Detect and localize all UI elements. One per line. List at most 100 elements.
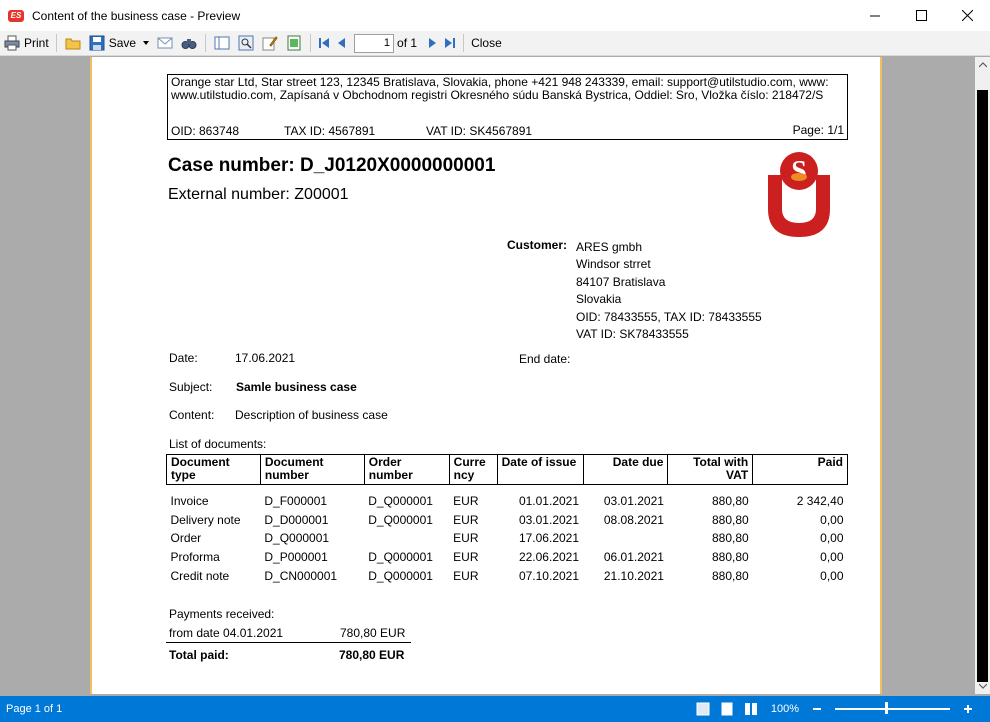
cell-due: 08.08.2021 [603,512,664,527]
cell-number: D_F000001 [264,493,328,508]
cell-issue: 01.01.2021 [518,493,580,508]
toolbar-separator [310,34,312,52]
previous-page-button[interactable] [333,32,351,54]
col-total-with-vat: Total with VAT [667,454,754,485]
cell-order: D_Q000001 [368,512,433,527]
export-button[interactable] [282,32,306,54]
cell-total: 880,80 [712,550,749,565]
vertical-scrollbar[interactable] [975,57,990,694]
zoom-out-button[interactable] [807,700,827,718]
customer-city: 84107 Bratislava [576,274,666,289]
table-header-row: Document type Document number Order number … [166,454,848,485]
page-layout-icon [213,34,231,52]
customer-vat: VAT ID: SK78433555 [576,327,689,342]
dropdown-arrow-icon [143,41,150,45]
col-currency: Curre ncy [448,454,498,485]
page-setup-button[interactable] [210,32,234,54]
save-dropdown-button[interactable] [139,32,153,54]
print-button[interactable]: Print [0,32,52,54]
minimize-icon [870,15,880,16]
minimize-button[interactable] [852,0,898,31]
zoom-button[interactable] [234,32,258,54]
documents-list-label: List of documents: [169,437,267,451]
toolbar-separator [55,34,57,52]
company-oid: OID: 863748 [171,124,240,138]
find-button[interactable] [177,32,201,54]
payment-from-date: from date 04.01.2021 [169,626,284,640]
cell-paid: 0,00 [820,531,844,546]
last-page-button[interactable] [441,32,459,54]
save-button[interactable]: Save [85,32,139,54]
scroll-down-button[interactable] [975,680,990,692]
company-tax-id: TAX ID: 4567891 [284,124,376,138]
close-label: Close [471,36,502,50]
status-bar: Page 1 of 1 100% [0,696,990,722]
single-page-view-button[interactable] [693,700,713,718]
toolbar: Print Save 1 of 1 Close [0,31,990,56]
multi-page-icon [744,703,757,715]
col-order-number: Order number [363,454,450,485]
maximize-button[interactable] [898,0,944,31]
cell-type: Delivery note [170,512,241,527]
company-logo: S [768,152,830,237]
cell-type: Proforma [170,550,220,565]
cell-currency: EUR [453,512,479,527]
content-value: Description of business case [235,408,388,422]
page-count-label: of 1 [397,36,418,50]
subject-value: Samle business case [236,380,357,394]
cell-order: D_Q000001 [368,493,433,508]
cell-order [364,529,449,548]
report-viewer[interactable]: Orange star Ltd, Star street 123, 12345 … [0,57,975,694]
two-page-view-button[interactable] [717,700,737,718]
zoom-slider-thumb[interactable] [885,702,889,714]
cell-currency: EUR [453,550,479,565]
payment-amount: 780,80 EUR [340,626,406,640]
content-label: Content: [169,408,215,422]
cell-total: 880,80 [712,531,749,546]
payments-divider [166,642,411,643]
plus-icon [964,705,972,713]
email-button[interactable] [153,32,177,54]
close-preview-button[interactable]: Close [468,32,505,54]
cell-issue: 17.06.2021 [518,531,580,546]
cell-due: 03.01.2021 [603,493,664,508]
close-window-button[interactable] [944,0,990,31]
cell-currency: EUR [453,493,479,508]
toolbar-separator [205,34,207,52]
cell-type: Credit note [170,569,230,584]
page-number-input[interactable] [354,33,395,53]
multi-page-view-button[interactable] [741,700,761,718]
cell-paid: 0,00 [820,550,844,565]
col-date-due: Date due [582,454,669,485]
cell-number: D_CN000001 [264,569,338,584]
first-page-button[interactable] [315,32,333,54]
cell-total: 880,80 [712,493,749,508]
col-paid: Paid [752,454,848,485]
cell-type: Invoice [170,493,209,508]
customer-label: Customer: [507,238,568,252]
total-paid-value: 780,80 EUR [339,648,405,662]
next-page-button[interactable] [423,32,441,54]
close-icon [961,10,973,21]
last-page-icon [445,38,456,48]
scrollbar-thumb[interactable] [977,90,988,682]
cell-due: 21.10.2021 [603,569,664,584]
table-row: Credit note D_CN000001 D_Q000001 EUR 07.10.… [167,567,848,586]
window-title: Content of the business case - Preview [32,8,241,23]
two-page-icon [721,702,733,716]
zoom-in-button[interactable] [958,700,978,718]
cell-issue: 22.06.2021 [518,550,580,565]
app-icon-text: ES [10,10,22,20]
case-number-title: Case number: D_J0120X0000000001 [168,155,496,176]
toolbar-separator [463,34,465,52]
edit-button[interactable] [258,32,282,54]
scroll-up-button[interactable] [975,59,990,71]
document-green-icon [285,34,303,52]
zoom-slider[interactable] [835,702,950,714]
title-bar: ES Content of the business case - Previe… [0,0,990,31]
company-address: Orange star Ltd, Star street 123, 12345 … [171,75,829,102]
end-date-label: End date: [519,352,571,366]
open-button[interactable] [61,32,85,54]
printer-icon [3,34,21,52]
table-row: Invoice D_F000001 D_Q000001 EUR 01.01.2021 0… [167,492,848,511]
